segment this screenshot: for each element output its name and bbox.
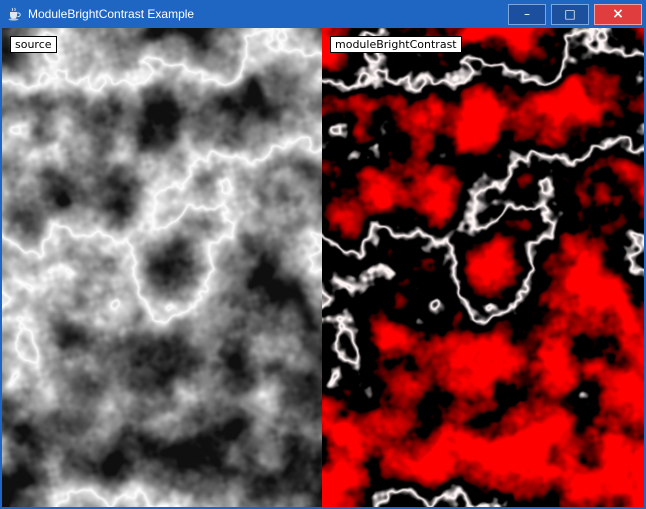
app-window: ModuleBrightContrast Example – □ × sourc… — [0, 0, 646, 509]
processed-label: moduleBrightContrast — [330, 36, 462, 53]
window-controls: – □ × — [508, 4, 642, 25]
source-panel: source — [2, 28, 322, 507]
close-button[interactable]: × — [594, 4, 642, 25]
image-panels: source moduleBrightContrast — [2, 28, 644, 507]
maximize-icon: □ — [564, 7, 575, 21]
processed-image — [322, 28, 644, 507]
java-cup-icon — [6, 6, 22, 22]
window-title: ModuleBrightContrast Example — [28, 7, 508, 21]
source-label: source — [10, 36, 57, 53]
close-icon: × — [612, 6, 624, 22]
maximize-button[interactable]: □ — [551, 4, 589, 25]
titlebar: ModuleBrightContrast Example – □ × — [0, 0, 646, 28]
minimize-button[interactable]: – — [508, 4, 546, 25]
minimize-icon: – — [524, 7, 530, 21]
source-image — [2, 28, 322, 507]
processed-panel: moduleBrightContrast — [322, 28, 644, 507]
